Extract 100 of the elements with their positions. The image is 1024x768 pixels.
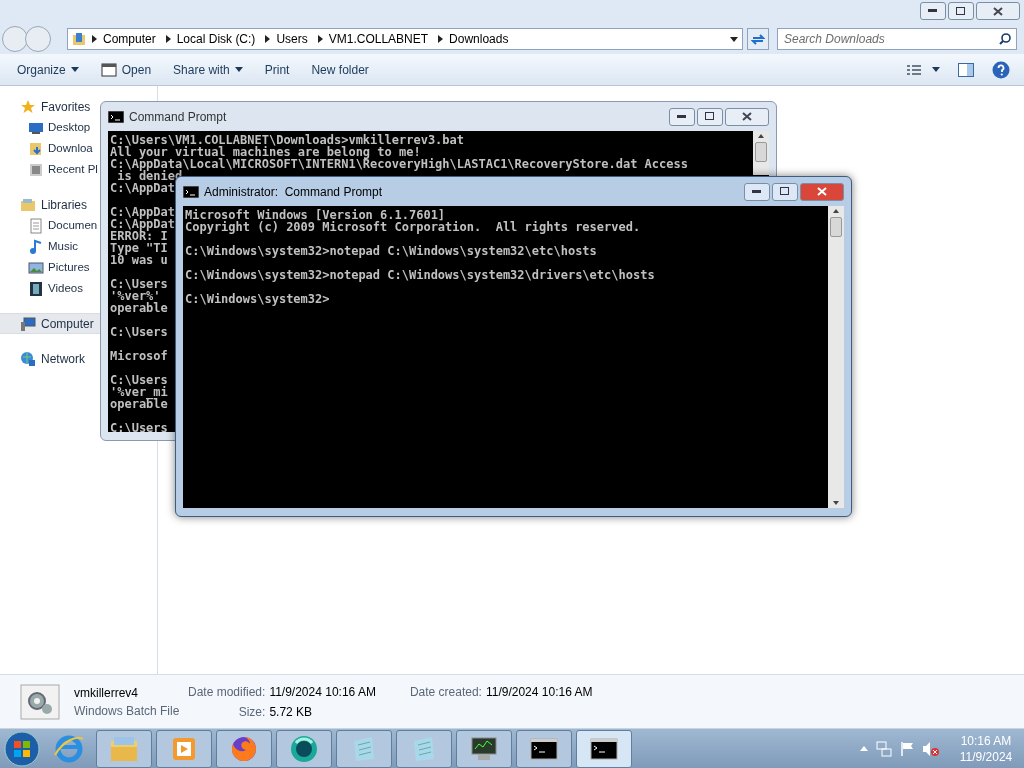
toolbar-button[interactable]: Organize [8, 57, 88, 82]
taskbar-button[interactable] [576, 729, 632, 768]
toolbar-button[interactable]: New folder [302, 57, 378, 82]
console-icon [108, 110, 124, 123]
console-line: C:\AppDat [110, 218, 176, 230]
console-line: Copyright (c) 2009 Microsoft Corporation. All rights reserved. [185, 221, 641, 233]
videos-icon [28, 280, 44, 297]
minimize-button[interactable] [669, 107, 695, 126]
chevron-icon [317, 35, 323, 43]
maximize-button[interactable] [772, 182, 798, 201]
chevron-icon [92, 35, 97, 43]
taskbar-button[interactable] [516, 729, 572, 768]
breadcrumb-item[interactable]: Computer [103, 30, 156, 48]
nav-item[interactable]: Documen [0, 215, 100, 236]
nav-item[interactable]: Music [0, 236, 100, 257]
minimize-icon [752, 189, 762, 194]
console-line: C:\Users [110, 326, 168, 338]
console-line: operable [110, 302, 168, 314]
console-line: C:\Users [110, 374, 168, 386]
music-icon [28, 238, 44, 255]
scrollbar[interactable] [753, 131, 769, 175]
field-value: 11/9/2024 10:16 AM [485, 684, 593, 701]
taskbar-button[interactable] [276, 729, 332, 768]
maximize-button[interactable] [948, 2, 974, 20]
console-line: '%ver_mi [110, 386, 168, 398]
chevron-icon [265, 35, 271, 43]
breadcrumb-item[interactable]: Users [276, 30, 308, 48]
field-label: Date modified: [188, 683, 266, 701]
scroll-up-icon[interactable] [757, 133, 765, 139]
maximize-button[interactable] [697, 107, 723, 126]
caret-icon [70, 67, 79, 72]
toolbar-button[interactable]: Print [255, 57, 299, 82]
nav-item[interactable]: Pictures [0, 257, 100, 278]
start-button[interactable] [2, 728, 42, 768]
chevron-icon [165, 35, 171, 43]
console-line: C:\AppData\Local\MICROSOFT\INTERN1\RecoveryHigh\LASTAC1\RecoveryStore.dat Access [110, 158, 688, 170]
flag-icon[interactable] [900, 740, 914, 757]
help-icon [992, 60, 1010, 79]
folder-icon [72, 32, 86, 46]
close-icon [742, 112, 752, 121]
close-icon [817, 187, 827, 196]
console-line: Type "TI [110, 242, 168, 254]
console-line: C:\AppDat [110, 206, 176, 218]
star-icon [20, 98, 36, 115]
scroll-up-icon[interactable] [832, 208, 840, 214]
scroll-thumb[interactable] [755, 142, 767, 162]
close-button[interactable] [976, 2, 1020, 20]
breadcrumb-item[interactable]: VM1.COLLABNET [328, 30, 429, 48]
minimize-icon [928, 9, 938, 13]
console-line: is denied [117, 170, 183, 182]
nav-item[interactable]: Desktop [0, 117, 100, 138]
dropdown-icon[interactable] [730, 36, 738, 42]
file-name: vmkillerrev4 [74, 684, 138, 701]
console-icon [183, 185, 199, 198]
close-button[interactable] [725, 107, 769, 126]
search-icon[interactable] [999, 33, 1011, 45]
breadcrumb-item[interactable]: Local Disk (C:) [176, 30, 256, 48]
console-line: C:\Users\VM1.COLLABNET\Downloads>vmkillerrev3.bat [110, 134, 464, 146]
breadcrumb-item[interactable]: Downloads [449, 30, 509, 48]
toolbar-button[interactable]: Share with [164, 57, 252, 82]
close-icon [993, 6, 1003, 16]
window-title: Command Prompt [129, 108, 227, 126]
gear-file-icon [20, 683, 60, 720]
console-line: '%ver%' [110, 290, 161, 302]
scrollbar[interactable] [828, 206, 844, 508]
minimize-icon [677, 114, 687, 119]
field-label: Size: [237, 703, 266, 721]
document-icon [28, 217, 44, 234]
taskbar-button[interactable] [456, 729, 512, 768]
network-icon [20, 350, 36, 367]
refresh-icon [751, 33, 765, 45]
console-line: C:\Windows\system32>notepad C:\Windows\system32\etc\hosts [185, 245, 597, 257]
preview-pane-icon [958, 62, 974, 77]
minimize-button[interactable] [744, 182, 770, 201]
console-line: 10 was u [110, 254, 168, 266]
address-bar[interactable]: Computer Local Disk (C:) Users VM1.COLLABNET Downloads [67, 28, 743, 50]
scroll-thumb[interactable] [830, 217, 842, 237]
console-line: C:\Users [110, 278, 168, 290]
nav-item[interactable]: Network [0, 348, 100, 369]
nav-item[interactable]: Videos [0, 278, 100, 299]
toolbar-button[interactable]: Open [91, 57, 161, 82]
nav-item[interactable]: Downloa [0, 138, 100, 159]
file-type: Windows Batch File [74, 702, 180, 719]
console-line: Microsof [110, 350, 168, 362]
refresh-button[interactable] [747, 28, 769, 50]
speaker-muted-icon[interactable] [922, 740, 940, 757]
nav-item[interactable]: Recent Pl [0, 159, 100, 180]
console-line: C:\AppDat [110, 182, 176, 194]
up-arrow-icon[interactable] [860, 746, 868, 751]
library-icon [20, 196, 36, 213]
field-label: Date created: [409, 684, 482, 701]
nav-item[interactable]: Libraries [0, 194, 100, 215]
close-button[interactable] [800, 182, 844, 201]
minimize-button[interactable] [920, 2, 946, 20]
scroll-down-icon[interactable] [832, 500, 840, 506]
field-value: 5.72 KB [269, 703, 314, 721]
nav-item[interactable]: Favorites [0, 96, 100, 117]
maximize-icon [956, 6, 966, 16]
nav-item[interactable]: Computer [0, 313, 100, 334]
search-field[interactable]: Search Downloads [777, 28, 1017, 50]
